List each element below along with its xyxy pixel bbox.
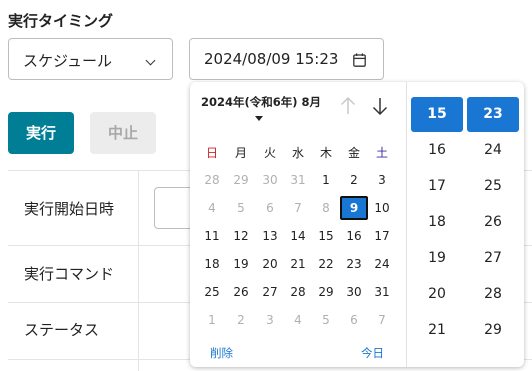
calendar-day[interactable]: 2	[227, 308, 255, 332]
weekday-label: 日	[205, 146, 218, 160]
weekday-label: 金	[347, 146, 360, 160]
calendar-day[interactable]: 1	[312, 168, 340, 192]
hour-option[interactable]: 19	[411, 241, 463, 276]
calendar-day[interactable]: 2	[340, 168, 368, 192]
calendar-day[interactable]: 26	[227, 280, 255, 304]
minute-option[interactable]: 24	[467, 133, 519, 168]
calendar-day[interactable]: 16	[340, 224, 368, 248]
run-button[interactable]: 実行	[8, 112, 74, 154]
calendar-day[interactable]: 6	[340, 308, 368, 332]
hour-option[interactable]: 20	[411, 277, 463, 312]
minute-option[interactable]: 27	[467, 241, 519, 276]
schedule-select[interactable]: スケジュール	[8, 38, 173, 80]
month-label[interactable]: 2024年(令和6年) 8月	[201, 94, 321, 110]
caret-down-icon[interactable]	[255, 116, 263, 121]
calendar-day[interactable]: 28	[284, 280, 312, 304]
arrow-down-icon[interactable]	[372, 96, 388, 116]
calendar-day[interactable]: 11	[198, 224, 226, 248]
hour-option[interactable]: 21	[411, 313, 463, 348]
stop-button[interactable]: 中止	[90, 112, 156, 154]
minute-option[interactable]: 25	[467, 169, 519, 204]
weekday-label: 月	[234, 146, 247, 160]
calendar-day[interactable]: 21	[284, 252, 312, 276]
calendar-day[interactable]: 30	[340, 280, 368, 304]
calendar-day[interactable]: 30	[256, 168, 284, 192]
row-label: ステータス	[24, 321, 100, 339]
calendar-day[interactable]: 18	[198, 252, 226, 276]
arrow-up-icon[interactable]	[340, 96, 356, 116]
section-title: 実行タイミング	[8, 12, 114, 30]
today-link[interactable]: 今日	[361, 345, 384, 361]
calendar-day[interactable]: 22	[312, 252, 340, 276]
calendar-day[interactable]: 31	[368, 280, 396, 304]
calendar-day[interactable]: 17	[368, 224, 396, 248]
calendar-day[interactable]: 24	[368, 252, 396, 276]
calendar-day[interactable]: 6	[256, 196, 284, 220]
picker-divider	[406, 82, 407, 367]
calendar-day[interactable]: 19	[227, 252, 255, 276]
calendar-day[interactable]: 25	[198, 280, 226, 304]
calendar-day[interactable]: 3	[256, 308, 284, 332]
minute-option[interactable]: 26	[467, 205, 519, 240]
calendar-day[interactable]: 23	[340, 252, 368, 276]
hour-option[interactable]: 18	[411, 205, 463, 240]
minute-option-selected[interactable]: 23	[467, 97, 519, 132]
weekday-label: 火	[263, 146, 276, 160]
calendar-day-selected[interactable]: 9	[340, 196, 368, 220]
calendar-day[interactable]: 12	[227, 224, 255, 248]
calendar-day[interactable]: 8	[312, 196, 340, 220]
calendar-day[interactable]: 28	[198, 168, 226, 192]
calendar-day[interactable]: 7	[284, 196, 312, 220]
row-label: 実行コマンド	[24, 265, 115, 283]
calendar-day[interactable]: 4	[198, 196, 226, 220]
hour-option-selected[interactable]: 15	[411, 97, 463, 132]
calendar-day[interactable]: 27	[256, 280, 284, 304]
calendar-day[interactable]: 10	[368, 196, 396, 220]
calendar-day[interactable]: 29	[227, 168, 255, 192]
calendar-day[interactable]: 1	[198, 308, 226, 332]
clear-link[interactable]: 削除	[210, 345, 233, 361]
row-label: 実行開始日時	[24, 200, 115, 218]
calendar-day[interactable]: 4	[284, 308, 312, 332]
calendar-day[interactable]: 15	[312, 224, 340, 248]
weekday-label: 木	[319, 146, 332, 160]
calendar-day[interactable]: 13	[256, 224, 284, 248]
calendar-day[interactable]: 3	[368, 168, 396, 192]
calendar-icon[interactable]	[353, 53, 366, 67]
minute-option[interactable]: 28	[467, 277, 519, 312]
datetime-input[interactable]: 2024/08/09 15:23	[189, 38, 384, 80]
calendar-day[interactable]: 29	[312, 280, 340, 304]
hour-option[interactable]: 17	[411, 169, 463, 204]
weekday-label: 水	[291, 146, 304, 160]
calendar-day[interactable]: 31	[284, 168, 312, 192]
calendar-day[interactable]: 20	[256, 252, 284, 276]
calendar-day[interactable]: 5	[312, 308, 340, 332]
hour-option[interactable]: 16	[411, 133, 463, 168]
datetime-picker-popup: 2024年(令和6年) 8月 日月火水木金土 28 29 30 31 1 2 3 4 5 6 7 8 9…	[190, 82, 524, 367]
weekday-label: 土	[375, 146, 388, 160]
calendar-day[interactable]: 5	[227, 196, 255, 220]
minute-option[interactable]: 29	[467, 313, 519, 348]
calendar-day[interactable]: 14	[284, 224, 312, 248]
table-divider	[138, 171, 139, 371]
calendar-day[interactable]: 7	[368, 308, 396, 332]
datetime-input-value: 2024/08/09 15:23	[204, 50, 339, 68]
chevron-down-icon	[145, 55, 156, 66]
schedule-select-value: スケジュール	[23, 52, 112, 70]
